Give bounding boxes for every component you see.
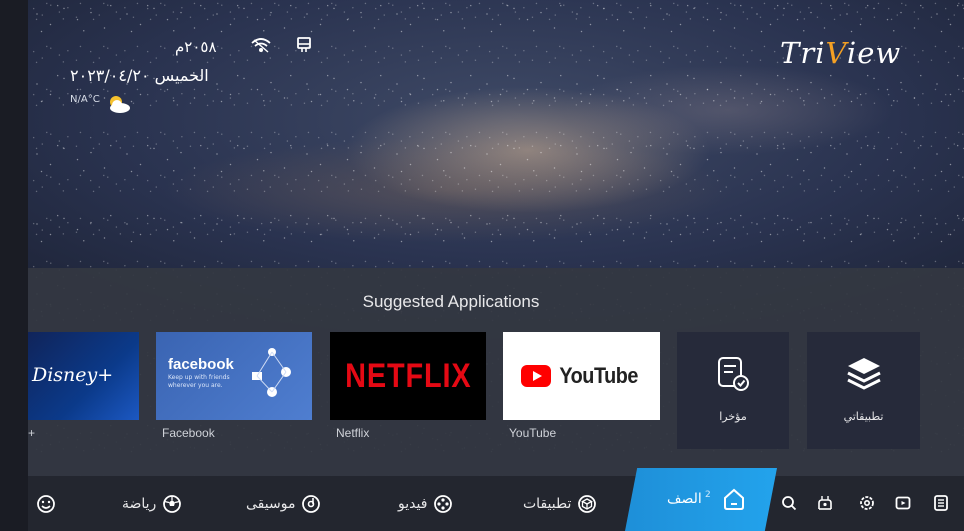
nav-video[interactable]: فيديو bbox=[398, 492, 453, 516]
facebook-logo: facebook bbox=[168, 356, 234, 373]
cube-icon bbox=[578, 495, 597, 513]
nav-home-tab[interactable]: الصف 2 bbox=[625, 468, 777, 531]
nav-label: تطبيقات bbox=[523, 496, 572, 512]
picture-mode-icon[interactable] bbox=[816, 494, 834, 512]
input-source-icon[interactable] bbox=[894, 494, 912, 512]
cloud-icon bbox=[110, 96, 130, 113]
disney-tile: Disney+ bbox=[28, 332, 139, 420]
brand-accent: V bbox=[825, 36, 847, 70]
nav-apps[interactable]: تطبيقات bbox=[523, 492, 597, 516]
app-card-disney[interactable]: Disney+ + bbox=[28, 332, 139, 440]
panel-title: Suggested Applications bbox=[362, 292, 540, 311]
app-caption: + bbox=[28, 426, 36, 440]
netflix-logo: NETFLIX bbox=[344, 356, 472, 395]
nav-label: موسيقى bbox=[246, 496, 296, 512]
brand-suffix: iew bbox=[846, 36, 902, 70]
temperature: N/A°C bbox=[70, 94, 100, 105]
soccer-ball-icon bbox=[163, 495, 182, 513]
app-card-netflix[interactable]: NETFLIX Netflix bbox=[330, 332, 486, 440]
recent-apps-tile[interactable]: مؤخرا bbox=[677, 332, 789, 449]
my-apps-tile[interactable]: تطبيقاتي bbox=[807, 332, 920, 449]
recent-tile-bg: مؤخرا bbox=[677, 332, 789, 449]
myapps-tile-bg: تطبيقاتي bbox=[807, 332, 920, 449]
youtube-tile: YouTube bbox=[503, 332, 660, 420]
clock: ٢٠٥٨م bbox=[175, 38, 217, 56]
wifi-icon bbox=[251, 38, 271, 53]
myapps-label: تطبيقاتي bbox=[843, 410, 884, 423]
social-network-icon bbox=[252, 348, 291, 397]
home-icon bbox=[724, 488, 744, 510]
bottom-nav: رياضة موسيقى فيديو تطبيقات الصف 2 bbox=[28, 468, 964, 531]
disney-logo: Disney+ bbox=[32, 364, 114, 386]
left-edge bbox=[0, 0, 28, 531]
music-disc-icon bbox=[302, 495, 321, 513]
search-icon[interactable] bbox=[780, 494, 798, 512]
nav-music[interactable]: موسيقى bbox=[246, 492, 321, 516]
status-area: ٢٠٥٨م الخميس ٢٠٢٣/٠٤/٢٠ N/A°C bbox=[70, 34, 330, 124]
app-card-youtube[interactable]: YouTube YouTube bbox=[503, 332, 660, 440]
guide-list-icon[interactable] bbox=[932, 494, 950, 512]
app-caption: Netflix bbox=[336, 426, 370, 440]
layers-icon bbox=[847, 358, 881, 390]
play-icon bbox=[520, 365, 551, 387]
recent-label: مؤخرا bbox=[719, 410, 747, 423]
usb-icon bbox=[297, 37, 311, 52]
app-card-facebook[interactable]: facebook Keep up with friends wherever y… bbox=[156, 332, 312, 440]
youtube-logo: YouTube bbox=[559, 363, 638, 388]
smiley-icon[interactable] bbox=[36, 494, 56, 514]
film-reel-icon bbox=[434, 495, 453, 513]
app-caption: Facebook bbox=[162, 426, 215, 440]
date: الخميس ٢٠٢٣/٠٤/٢٠ bbox=[70, 66, 209, 85]
app-caption: YouTube bbox=[509, 426, 557, 440]
nav-label: رياضة bbox=[122, 496, 157, 512]
gear-icon[interactable] bbox=[858, 494, 876, 512]
home-badge: 2 bbox=[705, 490, 711, 500]
suggested-panel: Suggested Applications Disney+ + faceboo… bbox=[28, 268, 964, 476]
facebook-tagline: Keep up with friends wherever you are. bbox=[168, 374, 230, 389]
recent-document-icon bbox=[718, 357, 749, 391]
brand-prefix: Tri bbox=[780, 36, 826, 70]
facebook-tile: facebook Keep up with friends wherever y… bbox=[156, 332, 312, 420]
netflix-tile: NETFLIX bbox=[330, 332, 486, 420]
nav-sports[interactable]: رياضة bbox=[122, 492, 182, 516]
brand-logo: TriView bbox=[780, 36, 901, 70]
home-label: الصف bbox=[667, 491, 702, 507]
nav-label: فيديو bbox=[398, 496, 428, 512]
